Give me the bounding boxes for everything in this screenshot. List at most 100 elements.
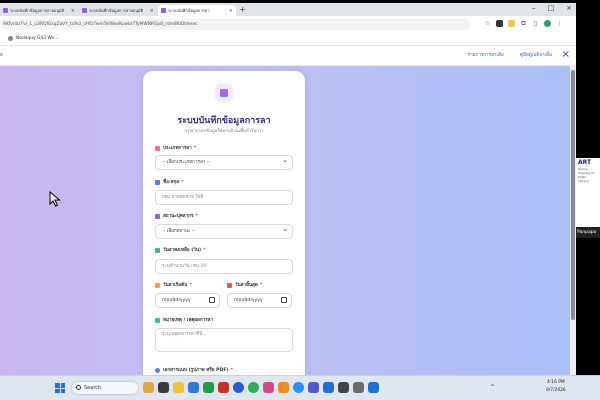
start-date-input[interactable]: mm/dd/yyyy	[155, 293, 220, 308]
bookmark-label: Nodequy G43 We...	[16, 36, 59, 41]
status-select[interactable]: -- เลือกสถานะ --	[155, 224, 293, 239]
tab-label: ระบบบันทึกข้อมูลการลายอนุมัติ	[10, 8, 65, 13]
app-icon-taskview[interactable]	[158, 382, 169, 393]
nav-link-manual[interactable]: คู่มือดูเบติลาเลิ้ม	[520, 52, 552, 59]
end-date-input[interactable]: mm/dd/yyyy	[227, 293, 292, 308]
app-icon-terminal[interactable]	[338, 382, 349, 393]
search-label: Search	[84, 385, 102, 391]
tab-close-icon[interactable]: ×	[227, 8, 233, 14]
app-icon-zoom[interactable]	[293, 382, 304, 393]
menu-icon[interactable]: ⋮	[556, 20, 563, 27]
cloud-upload-icon	[155, 368, 160, 373]
tray-overflow-icon[interactable]: ^	[490, 384, 495, 391]
clock-date: 9/7/2026	[546, 388, 566, 393]
label-text: ชื่อ-สกุล	[163, 180, 180, 185]
bookmark-item[interactable]: Nodequy G43 We...	[8, 36, 58, 41]
app-icon-file-explorer[interactable]	[173, 382, 184, 393]
required-mark: *	[195, 214, 198, 219]
maximize-button[interactable]: □	[548, 4, 555, 12]
form-title: ระบบบันทึกข้อมูลการลา	[177, 116, 271, 126]
new-tab-button[interactable]: +	[239, 5, 246, 14]
form-subtitle: กรุณากรอกข้อมูลให้ครบถ้วนเพื่อทำรับการ	[184, 129, 264, 134]
leave-type-select[interactable]: -- เลือกประเภทการลา --	[155, 155, 293, 170]
days-label: วันลาคงเหลือ (วัน) *	[155, 247, 206, 254]
tab-close-icon[interactable]: ×	[148, 8, 154, 14]
name-label: ชื่อ-สกุล *	[155, 179, 184, 186]
app-icon-chrome[interactable]	[233, 382, 244, 393]
label-text: สถานะบุคลากร	[163, 214, 194, 219]
reason-label: หมายเหตุ / เหตุผลการลา	[155, 317, 213, 324]
app-icon-teams[interactable]	[308, 382, 319, 393]
extension-icon-2[interactable]	[508, 20, 515, 27]
status-label: สถานะบุคลากร *	[155, 213, 198, 220]
id-card-icon	[155, 214, 160, 219]
end-date-label: วันลาสิ้นสุด *	[227, 282, 262, 289]
days-input[interactable]: ระบุจำนวนวัน เช่น 10	[155, 259, 293, 274]
calendar-icon	[214, 83, 234, 103]
app-icon-app-3[interactable]	[353, 382, 364, 393]
comment-icon	[155, 318, 160, 323]
window-close-button[interactable]: ×	[566, 4, 572, 12]
app-icon-app[interactable]	[263, 382, 274, 393]
profile-avatar[interactable]	[544, 20, 551, 27]
app-icon-app-4[interactable]	[368, 382, 379, 393]
bookmark-icon	[8, 36, 13, 41]
label-text: วันลาคงเหลือ (วัน)	[163, 248, 202, 253]
calendar-picker-icon[interactable]	[281, 297, 287, 303]
clock-time: 4:16 PM	[547, 380, 565, 385]
calendar-icon	[155, 283, 160, 288]
app-icon-widgets[interactable]	[143, 382, 154, 393]
video-call-tile: ART Online Training for Public Library..…	[576, 158, 600, 238]
web-page: e รายการการลาเลิม คู่มือดูเบติลาเลิ้ม × …	[0, 46, 576, 375]
taskbar-search[interactable]: Search	[71, 381, 139, 395]
browser-tab-3-active[interactable]: ระบบบันทึกข้อมูลการลา ×	[158, 5, 236, 16]
url-field[interactable]: AKfycbzTvr_L_u3RQfGsgZaVY_tcRrz_cHfz7wmT…	[0, 19, 470, 30]
date-placeholder: mm/dd/yyyy	[234, 298, 263, 303]
app-icon-powerpoint[interactable]	[218, 382, 229, 393]
calendar-picker-icon[interactable]	[209, 297, 215, 303]
user-icon	[155, 180, 160, 185]
taskbar-apps	[143, 382, 379, 393]
app-icon-word[interactable]	[323, 382, 334, 393]
label-text: หมายเหตุ / เหตุผลการลา	[163, 318, 214, 323]
browser-tab-1[interactable]: ระบบบันทึกข้อมูลการลายอนุมัติ ×	[0, 5, 78, 16]
bookmarks-bar: Nodequy G43 We...	[0, 33, 576, 46]
page-close-button[interactable]: ×	[562, 49, 570, 61]
nav-link-leave-list[interactable]: รายการการลาเลิม	[468, 52, 504, 59]
minimize-button[interactable]: –	[532, 4, 536, 12]
windows-start-icon[interactable]	[55, 383, 65, 393]
participant-name: Panpapo	[576, 227, 600, 238]
calendar-icon	[227, 283, 232, 288]
tag-icon	[155, 146, 160, 151]
taskbar-clock[interactable]: 4:16 PM 9/7/2026	[546, 379, 566, 395]
extension-icon[interactable]	[496, 20, 503, 27]
address-bar-row: AKfycbzTvr_L_u3RQfGsgZaVY_tcRrz_cHfz7wmT…	[0, 16, 576, 33]
required-mark: *	[230, 368, 233, 373]
required-mark: *	[189, 283, 192, 288]
reason-textarea[interactable]: ระบุเหตุผลการลาที่นี่...	[155, 328, 293, 352]
label-text: เอกสารแนบ (รูปภาพ หรือ PDF)	[163, 368, 229, 373]
tab-favicon	[82, 8, 87, 13]
tab-label: ระบบบันทึกข้อมูลการลา	[168, 8, 210, 13]
leave-form-card: ระบบบันทึกข้อมูลการลา กรุณากรอกข้อมูลให้…	[143, 71, 305, 375]
side-brand: ART	[576, 158, 600, 167]
browser-window: ระบบบันทึกข้อมูลการลายอนุมัติ × ระบบบันท…	[0, 3, 576, 375]
app-icon-edge[interactable]	[188, 382, 199, 393]
label-text: วันลาสิ้นสุด	[235, 283, 258, 288]
browser-tab-2[interactable]: ระบบบันทึกข้อมูลการลายอนุมัติ ×	[79, 5, 157, 16]
label-text: วันลาเริ่มต้น	[163, 283, 188, 288]
app-icon-app-2[interactable]	[278, 382, 289, 393]
required-mark: *	[259, 283, 263, 288]
date-placeholder: mm/dd/yyyy	[162, 298, 191, 303]
toolbar-icons: ☆ ⧉ ▯ ⋮	[484, 20, 563, 27]
tab-close-icon[interactable]: ×	[69, 8, 75, 14]
app-icon-excel[interactable]	[203, 382, 214, 393]
scrollbar-thumb[interactable]	[571, 70, 575, 320]
required-mark: *	[193, 146, 197, 151]
star-icon[interactable]: ☆	[484, 20, 491, 27]
sidebar-icon[interactable]: ▯	[532, 20, 539, 27]
clipboard-icon	[155, 248, 160, 253]
app-icon-chrome-profile[interactable]	[248, 382, 259, 393]
name-input[interactable]: เช่น นายสมชาย ใจดี	[155, 190, 293, 205]
puzzle-icon[interactable]: ⧉	[520, 20, 527, 27]
